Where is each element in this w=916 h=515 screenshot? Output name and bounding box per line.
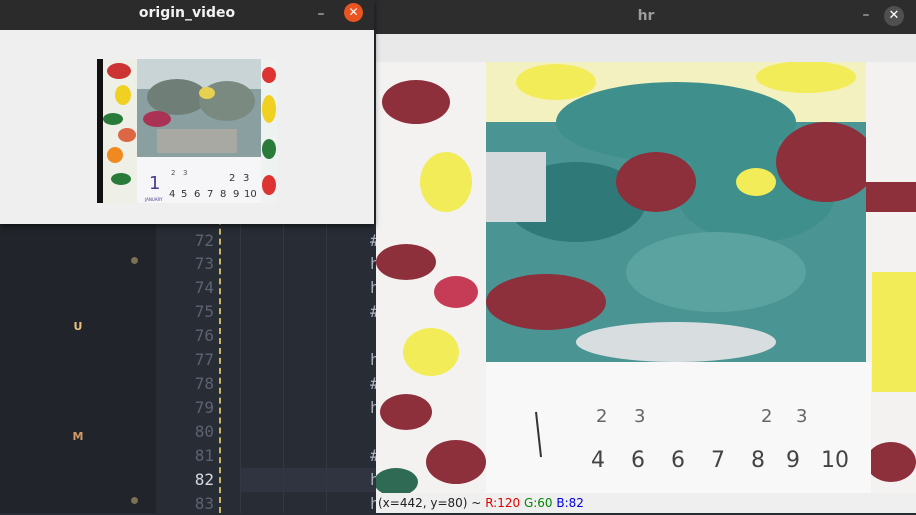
line-number: 80: [194, 422, 214, 441]
current-line-highlight: [240, 468, 380, 492]
cursor-coordinates: (x=442, y=80) ~: [378, 496, 482, 510]
calendar-digit: 10: [244, 189, 257, 200]
calendar-digit: 2: [171, 169, 175, 177]
calendar-digit: 4: [591, 448, 605, 473]
original-frame-image[interactable]: 1 JANUARY 2 3 2 3 4 5 6 7 8 9 10: [97, 59, 277, 203]
line-number: 81: [194, 446, 214, 465]
calendar-digit: 4: [169, 189, 175, 200]
change-dot-icon: [131, 497, 138, 504]
video-frame: 1 JANUARY 2 3 2 3 4 5 6 7 8 9 10: [97, 59, 277, 203]
calendar-digit: 8: [751, 448, 765, 473]
red-channel-value: R:120: [485, 496, 521, 510]
calendar-digit: 2: [229, 173, 235, 184]
calendar-digit: 2: [761, 406, 772, 427]
hr-titlebar[interactable]: hr – ✕: [376, 0, 916, 34]
close-button[interactable]: ✕: [884, 6, 904, 26]
calendar-digit: 2: [596, 406, 607, 427]
line-number: 78: [194, 374, 214, 393]
line-number: 73: [194, 254, 214, 273]
calendar-digit: 3: [796, 406, 807, 427]
upscaled-frame-image: 4 6 6 7 8 9 10 2 3 2 3: [376, 62, 916, 493]
close-button[interactable]: ✕: [344, 3, 363, 22]
calendar-digit: 5: [181, 189, 187, 200]
origin-video-titlebar[interactable]: origin_video – ✕: [0, 0, 374, 30]
calendar-digit: 6: [631, 448, 645, 473]
calendar-digit: 9: [233, 189, 239, 200]
green-channel-value: G:60: [523, 496, 553, 510]
line-number: 77: [194, 350, 214, 369]
calendar-month: JANUARY: [144, 197, 163, 202]
minimize-button[interactable]: –: [856, 6, 876, 26]
hr-window-title: hr: [637, 8, 655, 24]
hr-toolbar: [376, 34, 916, 62]
line-number: 76: [194, 326, 214, 345]
pixel-status-bar: (x=442, y=80) ~ R:120 G:60 B:82: [376, 493, 916, 513]
line-number: 79: [194, 398, 214, 417]
minimize-button[interactable]: –: [311, 4, 331, 24]
calendar-digit: 9: [786, 448, 800, 473]
calendar-digit: 6: [194, 189, 200, 200]
calendar-digit: 6: [671, 448, 685, 473]
change-dot-icon: [131, 257, 138, 264]
line-number-current: 82: [194, 470, 214, 489]
hr-image-canvas[interactable]: 4 6 6 7 8 9 10 2 3 2 3: [376, 62, 916, 493]
calendar-digit: 3: [183, 169, 187, 177]
calendar-digit: 10: [821, 448, 849, 473]
line-number: 74: [194, 278, 214, 297]
line-number: 72: [194, 231, 214, 250]
calendar-digit: 7: [207, 189, 213, 200]
calendar-digit: 7: [711, 448, 725, 473]
hr-window: hr – ✕ 4 6 6 7 8 9 10 2 3 2 3 (x=442, y=…: [376, 0, 916, 513]
git-status-untracked: U: [73, 320, 83, 333]
line-number: 83: [194, 494, 214, 513]
calendar-digit: 8: [220, 189, 226, 200]
blue-channel-value: B:82: [556, 496, 584, 510]
git-status-modified: M: [72, 430, 84, 443]
calendar-digit: 3: [634, 406, 645, 427]
origin-video-window: origin_video – ✕ 1 JANUARY 2 3 2 3 4 5 6…: [0, 0, 374, 224]
calendar-big-digit: 1: [149, 173, 160, 194]
calendar-digit: 3: [243, 173, 249, 184]
line-number: 75: [194, 302, 214, 321]
